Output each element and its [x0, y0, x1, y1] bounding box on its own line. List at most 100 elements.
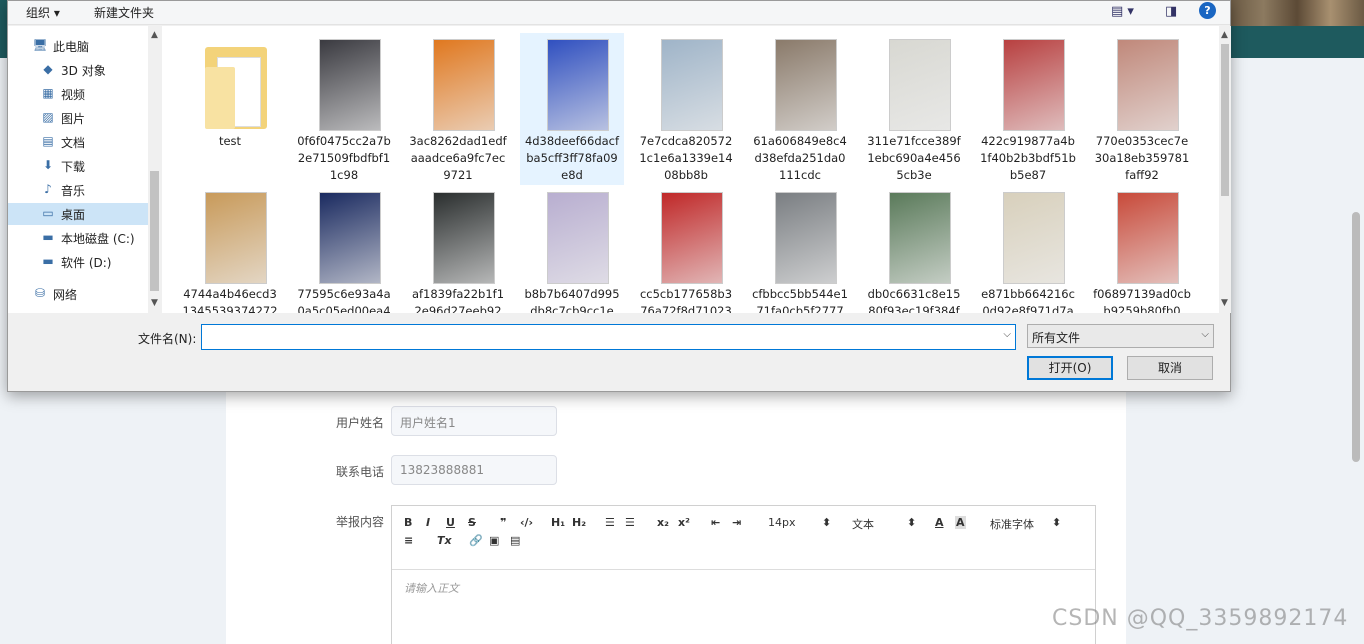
code-icon[interactable]: ‹/› — [520, 516, 533, 529]
file-item[interactable]: 422c919877a4b1f40b2b3bdf51bb5e87 — [976, 33, 1080, 185]
editor-body[interactable]: 请输入正文 — [392, 570, 1095, 606]
file-item[interactable]: b8b7b6407d995db8c7cb9cc1e — [520, 186, 624, 313]
file-name: 4744a4b46ecd31345539374272 — [182, 287, 278, 313]
file-name: 77595c6e93a4a0a5c05ed00ea4 — [297, 287, 391, 313]
organize-button[interactable]: 组织 ▾ — [26, 4, 60, 21]
scroll-down-icon[interactable]: ▼ — [151, 298, 158, 308]
chevron-down-icon[interactable]: ⌵ — [1003, 329, 1011, 340]
font-size-select[interactable]: 14px — [768, 516, 796, 529]
file-item[interactable]: af1839fa22b1f12e96d27eeb92 — [406, 186, 510, 313]
italic-icon[interactable]: I — [426, 516, 430, 529]
image-thumbnail — [433, 39, 495, 131]
chevron-down-icon: ⌵ — [1201, 329, 1209, 340]
align-icon[interactable]: ≡ — [404, 534, 413, 547]
file-item[interactable]: 3ac8262dad1edfaaadce6a9fc7ec9721 — [406, 33, 510, 185]
username-input[interactable]: 用户姓名1 — [391, 406, 557, 436]
nav-item-4[interactable]: ▤ 文档 — [8, 131, 148, 153]
folder-icon — [205, 47, 267, 129]
file-name: 422c919877a4b1f40b2b3bdf51bb5e87 — [980, 134, 1076, 182]
chevron-updown-icon: ⬍ — [1052, 516, 1062, 529]
file-item[interactable]: 77595c6e93a4a0a5c05ed00ea4 — [292, 186, 396, 313]
nav-item-2[interactable]: ▦ 视频 — [8, 83, 148, 105]
image-thumbnail — [319, 39, 381, 131]
filename-label: 文件名(N): — [138, 332, 197, 346]
scroll-up-icon[interactable]: ▲ — [151, 30, 158, 40]
image-icon[interactable]: ▣ — [489, 534, 499, 547]
nav-item-9[interactable]: ▬ 软件 (D:) — [8, 251, 148, 273]
nav-item-6[interactable]: ♪ 音乐 — [8, 179, 148, 201]
quote-icon[interactable]: ❞ — [500, 516, 506, 529]
file-item[interactable]: 4744a4b46ecd31345539374272 — [178, 186, 282, 313]
file-item[interactable]: 311e71fcce389f1ebc690a4e4565cb3e — [862, 33, 966, 185]
superscript-icon[interactable]: x² — [678, 516, 690, 529]
background-color-icon[interactable]: A — [955, 516, 966, 529]
nav-scrollbar[interactable]: ▲ ▼ — [148, 26, 161, 313]
new-folder-button[interactable]: 新建文件夹 — [94, 4, 154, 21]
help-icon[interactable]: ? — [1199, 2, 1216, 19]
nav-item-3[interactable]: ▨ 图片 — [8, 107, 148, 129]
video-icon: ▦ — [42, 86, 54, 100]
nav-item-7[interactable]: ▭ 桌面 — [8, 203, 148, 225]
file-name: e871bb664216c0d92e8f971d7a — [981, 287, 1075, 313]
bold-icon[interactable]: B — [404, 516, 412, 529]
file-scrollbar[interactable]: ▲ ▼ — [1219, 26, 1231, 313]
desktop-icon: ▭ — [42, 206, 54, 220]
file-item[interactable]: 0f6f0475cc2a7b2e71509fbdfbf11c98 — [292, 33, 396, 185]
file-type-select[interactable]: 所有文件 ⌵ — [1027, 324, 1214, 348]
filename-input[interactable]: ⌵ — [201, 324, 1016, 350]
nav-item-8[interactable]: ▬ 本地磁盘 (C:) — [8, 227, 148, 249]
file-name: 7e7cdca8205721c1e6a1339e1408bb8b — [639, 134, 733, 182]
nav-item-label: 3D 对象 — [61, 64, 106, 78]
heading1-icon[interactable]: H₁ — [551, 516, 565, 529]
font-family-select[interactable]: 标准字体 — [990, 516, 1034, 532]
file-item[interactable]: e871bb664216c0d92e8f971d7a — [976, 186, 1080, 313]
clear-format-icon[interactable]: Tx — [437, 534, 452, 547]
file-item[interactable]: db0c6631c8e1580f93ec19f384f — [862, 186, 966, 313]
page-scrollbar[interactable] — [1352, 212, 1360, 462]
organize-label: 组织 — [26, 6, 51, 20]
underline-icon[interactable]: U — [446, 516, 455, 529]
cancel-button[interactable]: 取消 — [1127, 356, 1213, 380]
nav-item-10[interactable]: ⛁ 网络 — [8, 283, 148, 305]
preview-pane-icon[interactable]: ◨ — [1165, 4, 1177, 19]
nav-item-label: 图片 — [61, 112, 86, 126]
link-icon[interactable]: 🔗 — [469, 534, 483, 547]
editor-toolbar: B I U S ❞ ‹/› H₁ H₂ ☰ ☰ x₂ x² ⇤ ⇥ 14px ⬍… — [392, 506, 1095, 570]
chevron-updown-icon: ⬍ — [822, 516, 832, 529]
file-scroll-thumb[interactable] — [1221, 44, 1229, 196]
file-item[interactable]: 4d38deef66dacfba5cff3ff78fa09e8d — [520, 33, 624, 185]
scroll-down-icon[interactable]: ▼ — [1221, 298, 1228, 308]
nav-item-label: 文档 — [61, 136, 86, 150]
image-thumbnail — [775, 39, 837, 131]
nav-item-5[interactable]: ⬇ 下载 — [8, 155, 148, 177]
ordered-list-icon[interactable]: ☰ — [605, 516, 615, 529]
view-options-icon[interactable]: ▤ ▾ — [1111, 4, 1134, 19]
video-icon[interactable]: ▤ — [510, 534, 520, 547]
font-color-icon[interactable]: A — [935, 516, 944, 529]
file-item[interactable]: 7e7cdca8205721c1e6a1339e1408bb8b — [634, 33, 738, 185]
file-name: 4d38deef66dacfba5cff3ff78fa09e8d — [524, 134, 620, 182]
indent-icon[interactable]: ⇥ — [732, 516, 741, 529]
phone-input[interactable]: 13823888881 — [391, 455, 557, 485]
file-item[interactable]: 61a606849e8c4d38efda251da0111cdc — [748, 33, 852, 185]
file-item[interactable]: cc5cb177658b376a72f8d71023 — [634, 186, 738, 313]
strikethrough-icon[interactable]: S — [468, 516, 476, 529]
folder-item[interactable]: test — [178, 33, 282, 185]
heading2-icon[interactable]: H₂ — [572, 516, 586, 529]
nav-item-label: 网络 — [53, 288, 78, 302]
image-thumbnail — [1003, 39, 1065, 131]
bullet-list-icon[interactable]: ☰ — [625, 516, 635, 529]
block-type-select[interactable]: 文本 — [852, 516, 874, 532]
nav-scroll-thumb[interactable] — [150, 171, 159, 291]
subscript-icon[interactable]: x₂ — [657, 516, 669, 529]
scroll-up-icon[interactable]: ▲ — [1221, 30, 1228, 40]
nav-item-0[interactable]: 🖥 此电脑 — [8, 35, 148, 57]
open-button[interactable]: 打开(O) — [1027, 356, 1113, 380]
phone-label: 联系电话 — [335, 465, 384, 479]
outdent-icon[interactable]: ⇤ — [711, 516, 720, 529]
file-item[interactable]: cfbbcc5bb544e171fa0cb5f2777 — [748, 186, 852, 313]
image-thumbnail — [1117, 192, 1179, 284]
nav-item-1[interactable]: ◆ 3D 对象 — [8, 59, 148, 81]
file-item[interactable]: 770e0353cec7e30a18eb359781faff92 — [1090, 33, 1194, 185]
file-item[interactable]: f06897139ad0cbb9259b80fb0 — [1090, 186, 1194, 313]
